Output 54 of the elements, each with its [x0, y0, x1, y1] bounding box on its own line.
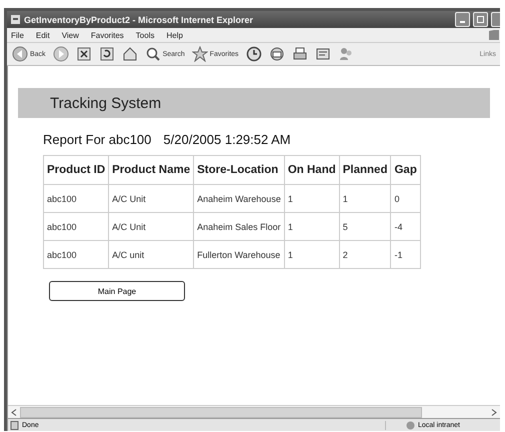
maximize-icon [477, 16, 484, 23]
maximize-button[interactable] [473, 12, 488, 27]
table-cell: 1 [284, 184, 340, 212]
menu-item[interactable]: File [11, 30, 24, 40]
menu-item[interactable]: Help [166, 30, 183, 40]
table-cell: A/C unit [108, 240, 194, 268]
home-icon [122, 46, 138, 62]
refresh-icon [98, 46, 115, 62]
column-header: Planned [339, 156, 391, 184]
column-header: Product Name [108, 156, 194, 184]
report-timestamp: 5/20/2005 1:29:52 AM [163, 132, 291, 147]
star-icon [192, 46, 208, 62]
column-header: Product ID [44, 156, 109, 184]
header-title: Tracking System [50, 94, 162, 112]
column-header: Gap [390, 156, 420, 184]
scroll-left-icon[interactable] [11, 408, 17, 416]
table-cell: 1 [284, 212, 340, 240]
table-cell: -4 [390, 212, 420, 240]
table-cell: 1 [339, 184, 391, 212]
table-cell: 1 [284, 240, 340, 268]
clock-icon [246, 46, 262, 62]
horizontal-scrollbar[interactable] [8, 405, 500, 418]
window-title: GetInventoryByProduct2 - Microsoft Internet Explorer [24, 14, 254, 24]
minimize-button[interactable] [455, 12, 470, 27]
table-cell: A/C Unit [108, 212, 194, 240]
page-icon [10, 420, 19, 430]
menu-item[interactable]: Favorites [90, 30, 124, 40]
column-header: Store-Location [194, 156, 284, 184]
table-cell: A/C Unit [108, 184, 194, 212]
mail-icon [268, 46, 285, 62]
column-header: On Hand [284, 156, 340, 184]
document-icon [314, 46, 331, 62]
stop-icon [76, 46, 92, 62]
table-cell: Anaheim Warehouse [194, 184, 284, 212]
table-cell: abc100 [44, 184, 109, 212]
main-page-button[interactable]: Main Page [49, 281, 185, 301]
search-icon [144, 46, 161, 62]
table-cell: 5 [339, 212, 391, 240]
table-cell: abc100 [44, 212, 109, 240]
table-cell: -1 [390, 240, 420, 268]
report-title: Report For abc100 [43, 132, 152, 147]
menu-item[interactable]: View [62, 30, 79, 40]
scroll-right-icon[interactable] [491, 408, 497, 416]
table-cell: 2 [339, 240, 391, 268]
table-cell: abc100 [44, 240, 109, 268]
printer-icon [292, 46, 308, 62]
close-button[interactable] [491, 12, 500, 27]
table-cell: Anaheim Sales Floor [194, 212, 284, 240]
table-cell: Fullerton Warehouse [194, 240, 284, 268]
menu-item[interactable]: Tools [136, 30, 154, 40]
table-cell: 0 [390, 184, 420, 212]
people-icon [338, 46, 354, 62]
browser-icon [10, 14, 21, 25]
menu-item[interactable]: Edit [36, 30, 50, 40]
